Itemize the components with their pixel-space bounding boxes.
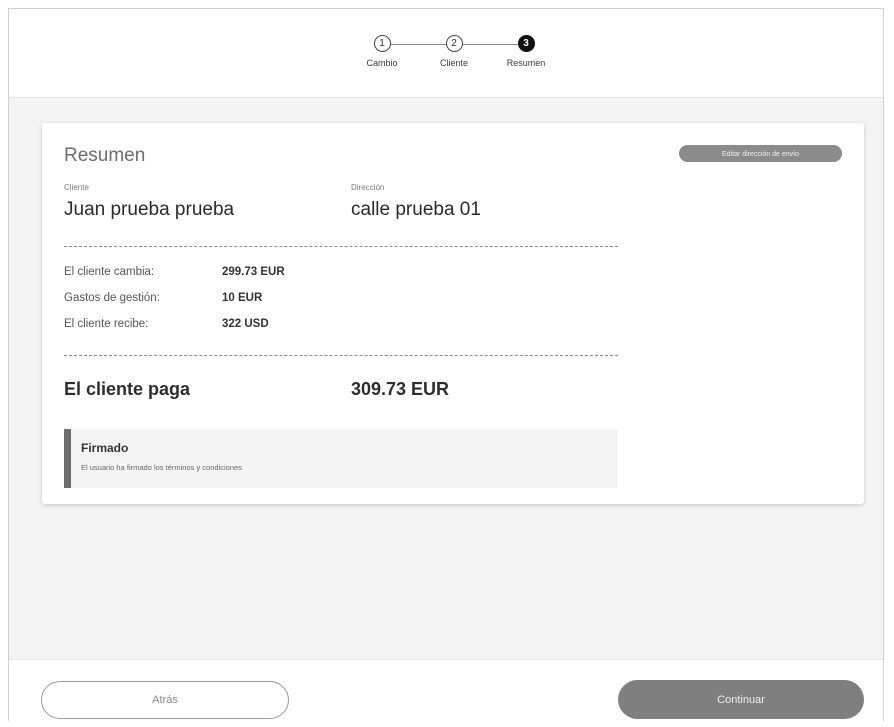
back-button[interactable]: Atrás (41, 681, 289, 719)
step-cliente: 2 Cliente (419, 33, 489, 68)
client-label: Cliente (64, 183, 89, 192)
step-cambio: 1 Cambio (347, 33, 417, 68)
signed-title: Firmado (81, 441, 129, 455)
fees-label: Gastos de gestión: (64, 292, 160, 304)
edit-address-button[interactable]: Editar dirección de envío (679, 145, 842, 162)
signed-text: El usuario ha firmado los términos y con… (81, 463, 242, 472)
receive-amount-label: El cliente recibe: (64, 318, 149, 330)
summary-card: Resumen Editar dirección de envío Client… (42, 123, 864, 504)
total-value: 309.73 EUR (351, 379, 450, 399)
divider (64, 355, 618, 356)
exchange-amount-value: 299.73 EUR (222, 266, 285, 278)
fees-value: 10 EUR (222, 292, 263, 304)
address-value: calle prueba 01 (351, 199, 481, 220)
card-title: Resumen (64, 145, 146, 166)
total-label: El cliente paga (64, 379, 191, 399)
step-number-3: 3 (517, 35, 535, 52)
app-frame: 1 Cambio 2 Cliente 3 Resumen Resumen Edi… (8, 8, 884, 722)
step-number-1: 1 (373, 35, 391, 52)
exchange-amount-label: El cliente cambia: (64, 266, 155, 278)
signed-accent-bar (64, 429, 71, 488)
step-label-cliente: Cliente (439, 58, 468, 68)
address-label: Dirección (351, 183, 385, 192)
step-label-cambio: Cambio (366, 58, 398, 68)
step-resumen: 3 Resumen (491, 33, 561, 68)
footer: Atrás Continuar (9, 659, 883, 722)
step-number-2: 2 (445, 35, 463, 52)
step-label-resumen: Resumen (506, 58, 546, 68)
client-name: Juan prueba prueba (64, 199, 235, 220)
progress-stepper: 1 Cambio 2 Cliente 3 Resumen (346, 33, 562, 83)
divider (64, 246, 618, 247)
continue-button[interactable]: Continuar (618, 680, 864, 719)
receive-amount-value: 322 USD (222, 318, 269, 330)
signed-notice: Firmado El usuario ha firmado los términ… (64, 429, 618, 488)
header: 1 Cambio 2 Cliente 3 Resumen (9, 9, 883, 98)
